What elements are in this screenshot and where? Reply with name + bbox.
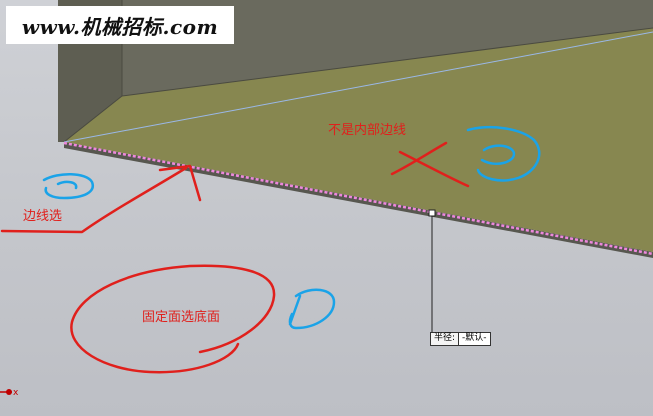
annotation-not-inner-edge: 不是内部边线 — [328, 123, 407, 138]
axis-origin — [6, 389, 12, 395]
radius-label: 半径: — [434, 333, 456, 343]
radius-callout[interactable]: 半径: -默认- — [430, 332, 491, 346]
blue-number-2 — [42, 173, 94, 200]
edge-handle[interactable] — [428, 209, 436, 217]
annotation-fixed-face: 固定面选底面 — [142, 310, 221, 325]
radius-value[interactable]: -默认- — [458, 333, 490, 345]
watermark-logo: www.机械招标.com — [6, 6, 234, 44]
blue-number-1 — [288, 288, 336, 330]
annotation-edge-select: 边线选 — [23, 209, 63, 224]
viewport-3d[interactable] — [0, 0, 653, 416]
axis-x-label: x — [13, 388, 19, 398]
